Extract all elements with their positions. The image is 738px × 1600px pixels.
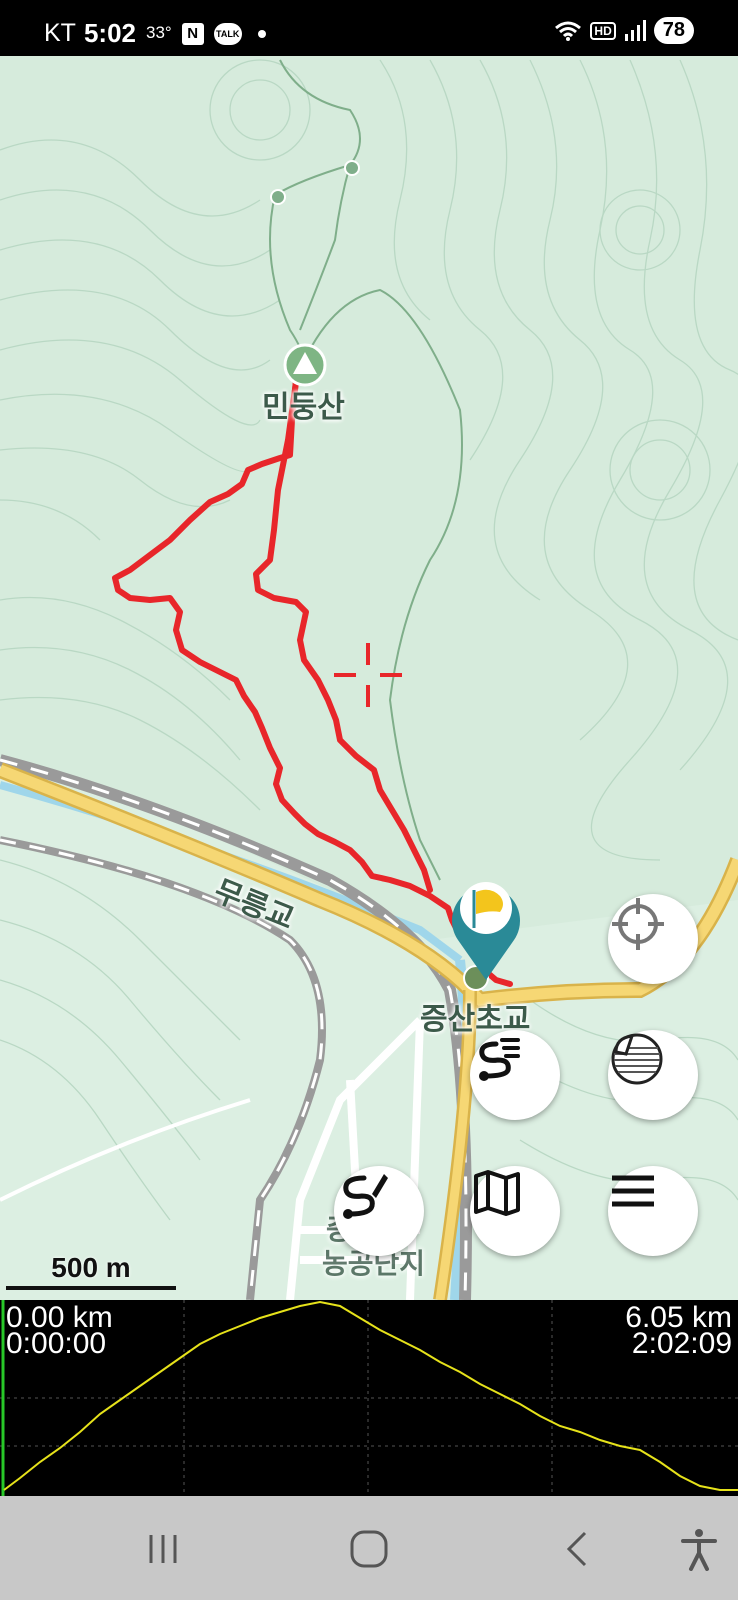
locate-button[interactable] bbox=[608, 894, 698, 984]
main-menu-button[interactable] bbox=[608, 1166, 698, 1256]
route-list-icon bbox=[479, 1038, 520, 1081]
scale-bar bbox=[6, 1286, 176, 1290]
app-screen: KT 5:02 33° N TALK HD 78 민둥산 무릉교 증산초교 농공… bbox=[0, 0, 738, 1600]
trail-waypoint bbox=[270, 189, 286, 205]
hd-voice-icon: HD bbox=[590, 21, 616, 40]
status-bar: KT 5:02 33° N TALK HD 78 bbox=[0, 0, 738, 56]
accessibility-icon bbox=[681, 1529, 717, 1571]
scale-label: 500 m bbox=[51, 1252, 131, 1283]
topo-map[interactable]: 민둥산 무릉교 증산초교 증산 농공단지 500 m bbox=[0, 56, 738, 1300]
elevation-profile[interactable]: 0.00 km 0:00:00 6.05 km 2:02:09 bbox=[0, 1300, 738, 1496]
crosshair-icon bbox=[612, 898, 664, 950]
home-icon bbox=[350, 1530, 388, 1568]
layers-button[interactable] bbox=[608, 1030, 698, 1120]
map-scale: 500 m bbox=[6, 1252, 176, 1290]
battery-level: 78 bbox=[653, 17, 694, 44]
more-notifications-dot bbox=[257, 29, 266, 38]
back-button[interactable] bbox=[552, 1524, 602, 1574]
peak-name-label: 민둥산 bbox=[262, 391, 345, 424]
back-icon bbox=[566, 1531, 587, 1567]
accessibility-button[interactable] bbox=[674, 1524, 724, 1574]
system-nav-bar bbox=[0, 1496, 738, 1600]
naver-notification-icon: N bbox=[181, 22, 204, 45]
home-button[interactable] bbox=[344, 1524, 394, 1574]
temperature: 33° bbox=[146, 22, 172, 42]
carrier-label: KT bbox=[44, 19, 76, 47]
signal-icon bbox=[624, 19, 646, 41]
draw-route-icon bbox=[343, 1174, 388, 1219]
kakaotalk-notification-icon: TALK bbox=[213, 22, 242, 45]
end-time: 2:02:09 bbox=[631, 1327, 732, 1360]
menu-icon bbox=[612, 1175, 654, 1207]
wifi-icon bbox=[555, 21, 582, 41]
draw-route-button[interactable] bbox=[334, 1166, 424, 1256]
recent-apps-button[interactable] bbox=[138, 1524, 188, 1574]
route-list-button[interactable] bbox=[470, 1030, 560, 1120]
start-time: 0:00:00 bbox=[6, 1327, 107, 1360]
recent-apps-icon bbox=[149, 1535, 177, 1563]
layers-icon bbox=[611, 1033, 663, 1085]
clock: 5:02 bbox=[83, 18, 136, 48]
map-icon bbox=[474, 1170, 520, 1216]
trail-waypoint bbox=[344, 160, 360, 176]
map-selector-button[interactable] bbox=[470, 1166, 560, 1256]
map-canvas[interactable] bbox=[0, 56, 738, 1300]
